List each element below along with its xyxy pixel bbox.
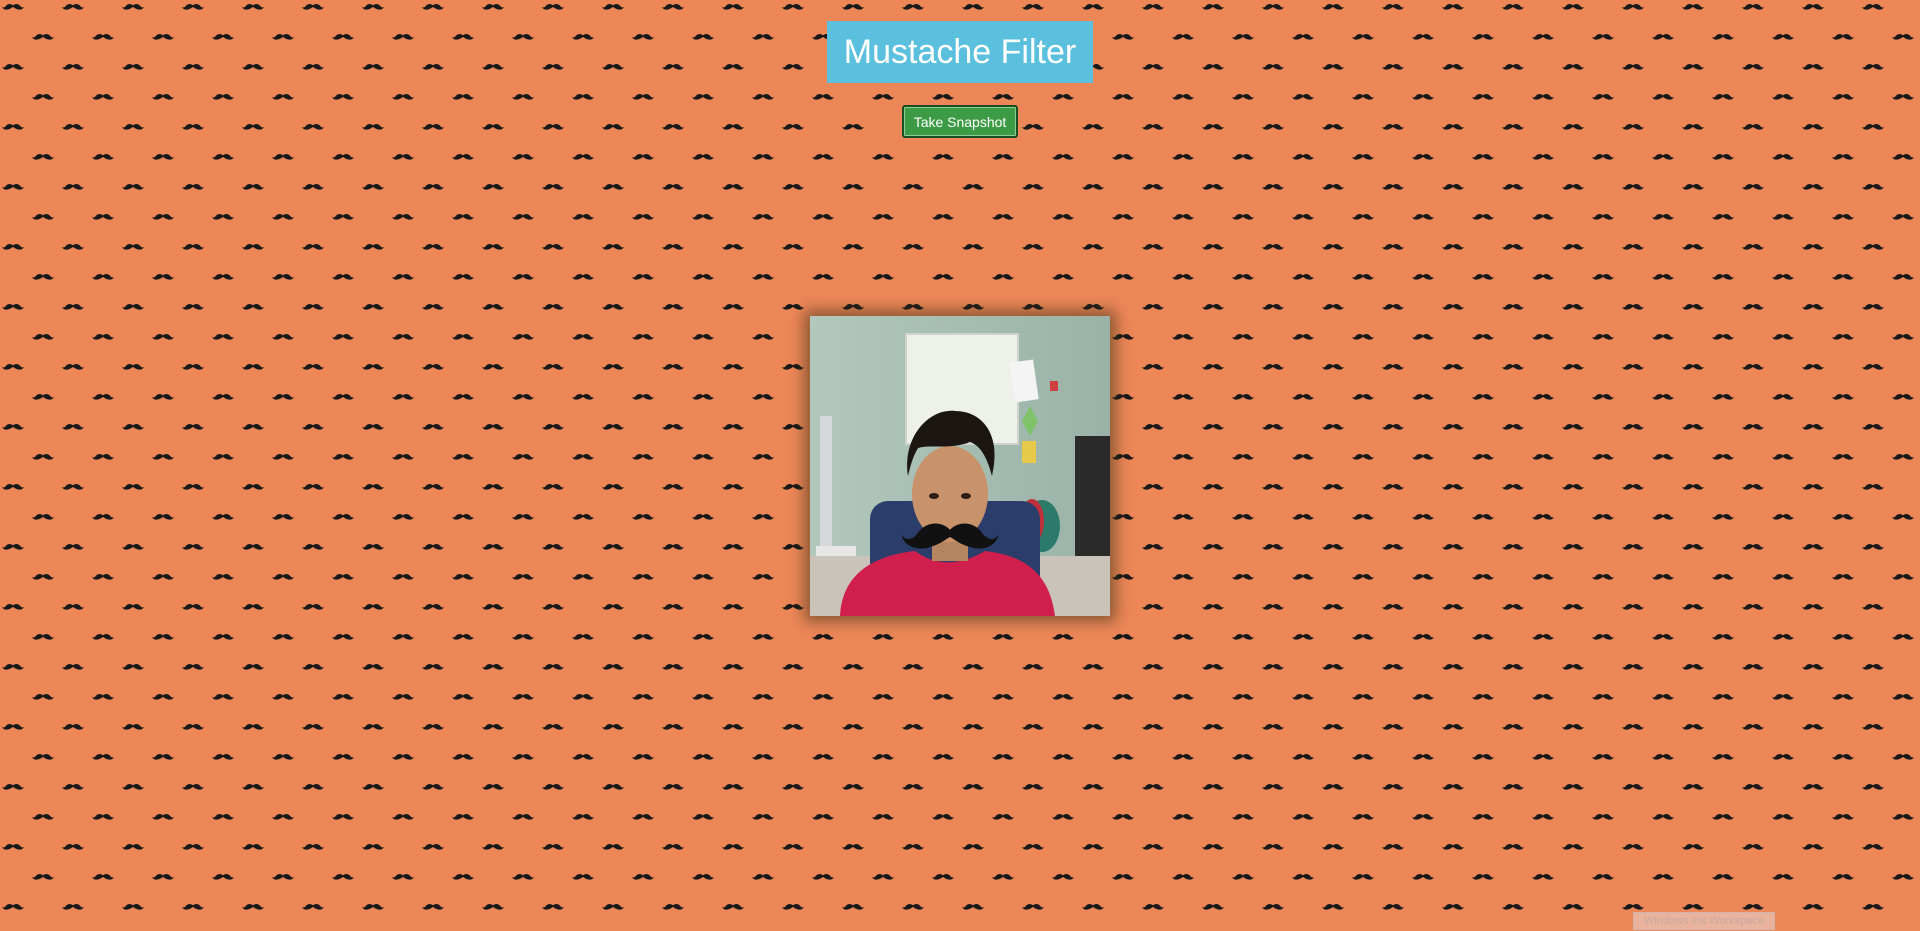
take-snapshot-button[interactable]: Take Snapshot bbox=[902, 105, 1018, 138]
ink-workspace-hint: Windows Ink Workspace bbox=[1633, 912, 1775, 930]
mustache-overlay-icon bbox=[901, 523, 999, 549]
page-title: Mustache Filter bbox=[827, 21, 1093, 83]
webcam-preview bbox=[810, 316, 1110, 616]
